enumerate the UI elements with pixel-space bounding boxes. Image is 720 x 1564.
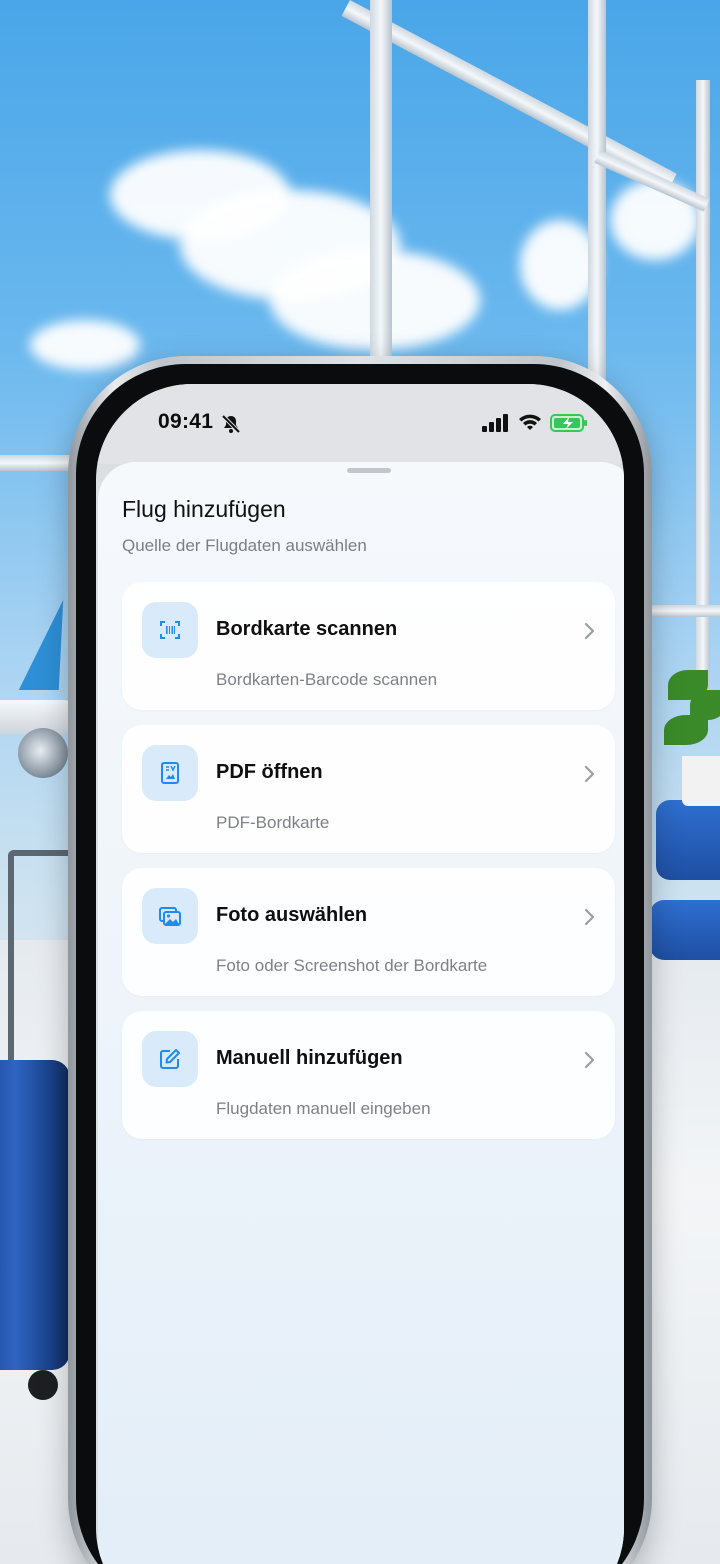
- option-add-manually[interactable]: Manuell hinzufügen Flugdaten manuell ein…: [122, 1011, 615, 1139]
- window-frame: [650, 605, 720, 617]
- pdf-document-icon: [161, 762, 179, 784]
- cellular-signal-icon: [482, 414, 508, 432]
- sheet-subtitle: Quelle der Flugdaten auswählen: [122, 536, 367, 555]
- phone-screen: 09:41 Flug hinzufügen Quelle der Flugdat…: [96, 384, 624, 1564]
- add-flight-sheet: Flug hinzufügen Quelle der Flugdaten aus…: [98, 462, 624, 1564]
- option-select-photo[interactable]: Foto auswählen Foto oder Screenshot der …: [122, 868, 615, 996]
- suitcase: [0, 1060, 70, 1370]
- phone-bezel: 09:41 Flug hinzufügen Quelle der Flugdat…: [76, 364, 644, 1564]
- phone-frame: 09:41 Flug hinzufügen Quelle der Flugdat…: [68, 356, 652, 1564]
- option-description: Bordkarten-Barcode scannen: [216, 670, 438, 689]
- suitcase-wheel: [28, 1370, 58, 1400]
- option-scan-boarding-pass[interactable]: Bordkarte scannen Bordkarten-Barcode sca…: [122, 582, 615, 710]
- option-title: Bordkarte scannen: [216, 618, 398, 640]
- icon-tile: [142, 602, 198, 658]
- icon-tile: [142, 888, 198, 944]
- waiting-chair: [656, 800, 720, 880]
- status-bar: 09:41: [96, 384, 624, 464]
- icon-tile: [142, 1031, 198, 1087]
- plant-pot: [682, 756, 720, 806]
- cloud: [30, 320, 140, 370]
- plant-leaf: [664, 715, 708, 745]
- suitcase-handle: [8, 850, 76, 1076]
- option-description: Foto oder Screenshot der Bordkarte: [216, 956, 488, 975]
- chevron-right-icon: [584, 1051, 595, 1069]
- wifi-icon: [519, 414, 541, 430]
- battery-charging-icon: [550, 414, 587, 432]
- status-time: 09:41: [158, 410, 214, 433]
- airport-background: 09:41 Flug hinzufügen Quelle der Flugdat…: [0, 0, 720, 1564]
- edit-pencil-icon: [160, 1049, 180, 1069]
- airplane-engine: [18, 728, 68, 778]
- chevron-right-icon: [584, 622, 595, 640]
- option-description: Flugdaten manuell eingeben: [216, 1099, 431, 1118]
- option-open-pdf[interactable]: PDF öffnen PDF-Bordkarte: [122, 725, 615, 853]
- waiting-chair: [650, 900, 720, 960]
- option-title: Manuell hinzufügen: [216, 1047, 403, 1069]
- option-title: Foto auswählen: [216, 904, 368, 926]
- sheet-grabber[interactable]: [347, 468, 391, 473]
- photo-gallery-icon: [159, 907, 181, 926]
- icon-tile: [142, 745, 198, 801]
- option-description: PDF-Bordkarte: [216, 813, 330, 832]
- chevron-right-icon: [584, 765, 595, 783]
- chevron-right-icon: [584, 908, 595, 926]
- bell-slash-icon: [221, 414, 241, 434]
- window-frame: [370, 0, 392, 360]
- sheet-title: Flug hinzufügen: [122, 496, 286, 522]
- barcode-scan-icon: [160, 621, 180, 639]
- option-title: PDF öffnen: [216, 761, 323, 783]
